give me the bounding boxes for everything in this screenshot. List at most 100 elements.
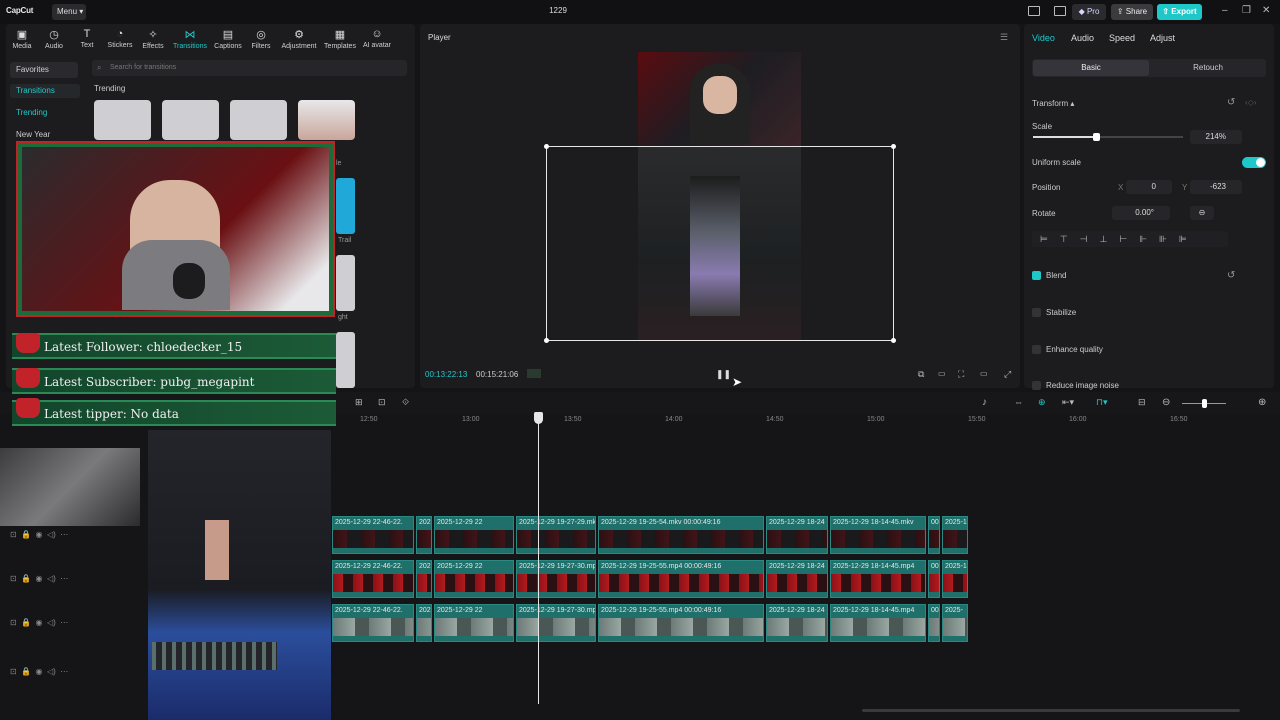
- selection-box[interactable]: [546, 146, 894, 341]
- layout-icon[interactable]: [1028, 6, 1040, 16]
- share-button[interactable]: ⇪ Share: [1111, 4, 1153, 20]
- timeline-clip[interactable]: 2025-12-29 22: [434, 604, 514, 642]
- stabilize-label[interactable]: Stabilize: [1046, 308, 1076, 317]
- track-controls[interactable]: ⊡ 🔒 ◉ ◁) ⋯: [10, 530, 68, 539]
- ratio-icon[interactable]: ▭: [980, 369, 988, 378]
- zoom-in-icon[interactable]: ⊕: [1258, 397, 1266, 408]
- track-controls[interactable]: ⊡ 🔒 ◉ ◁) ⋯: [10, 574, 68, 583]
- preview-axis-icon[interactable]: ⇤▾: [1062, 397, 1074, 408]
- tool-filters[interactable]: ◎ Filters: [244, 28, 278, 50]
- pos-y-field[interactable]: -623: [1190, 180, 1242, 194]
- pause-icon[interactable]: ❚❚: [716, 369, 731, 380]
- tool-text[interactable]: T Text: [70, 28, 104, 49]
- trending-category[interactable]: Trending: [16, 108, 47, 117]
- tool-effects[interactable]: ✧ Effects: [136, 28, 170, 50]
- microphone-icon[interactable]: ♪: [982, 397, 987, 408]
- monitor-icon[interactable]: [1054, 6, 1066, 16]
- timeline-clip[interactable]: 202: [416, 604, 432, 642]
- close-icon[interactable]: ✕: [1262, 5, 1270, 16]
- tool-ai-avatar[interactable]: ☺ AI avatar: [360, 28, 394, 49]
- snap-icon[interactable]: ⊓▾: [1096, 397, 1108, 408]
- transition-thumb[interactable]: [336, 178, 355, 234]
- transition-thumb[interactable]: [298, 100, 355, 140]
- tool-media[interactable]: ▣ Media: [5, 28, 39, 50]
- timeline-clip[interactable]: 2025-12-29 22-46-22.: [332, 560, 414, 598]
- timeline-clip[interactable]: 2025-12-29 18-24: [766, 516, 828, 554]
- timeline-clip[interactable]: 2025-12-29 22-46-22.: [332, 516, 414, 554]
- reduce-noise-label[interactable]: Reduce image noise: [1046, 381, 1119, 390]
- timeline-clip[interactable]: 2025-12-29 19-27-29.mk: [516, 516, 596, 554]
- crop-icon[interactable]: ⊡: [378, 397, 386, 408]
- segment-basic[interactable]: Basic: [1033, 60, 1149, 76]
- zoom-slider-handle[interactable]: [1202, 399, 1207, 408]
- transition-thumb[interactable]: [230, 100, 287, 140]
- timeline-clip[interactable]: 00: [928, 560, 940, 598]
- pos-x-field[interactable]: 0: [1126, 180, 1172, 194]
- tab-adjust[interactable]: Adjust: [1150, 33, 1175, 43]
- transitions-category[interactable]: Transitions: [10, 84, 80, 98]
- fullscreen-icon[interactable]: ⤢: [1004, 369, 1011, 380]
- tool-transitions[interactable]: ⋈ Transitions: [172, 28, 208, 50]
- timeline-clip[interactable]: 202: [416, 560, 432, 598]
- timeline-clip[interactable]: 2025-: [942, 604, 968, 642]
- reset-icon[interactable]: ↺: [1227, 97, 1235, 108]
- reduce-noise-checkbox[interactable]: [1032, 381, 1041, 390]
- favorites-tab[interactable]: Favorites: [10, 62, 78, 78]
- maximize-icon[interactable]: ❐: [1242, 5, 1251, 16]
- timeline-clip[interactable]: 2025-1: [942, 516, 968, 554]
- timeline-clip[interactable]: 2025-12-29 19-25-55.mp4 00:00:49:16: [598, 560, 764, 598]
- scale-value-field[interactable]: 214%: [1190, 130, 1242, 144]
- reset-icon[interactable]: ↺: [1227, 270, 1235, 281]
- tool-adjustment[interactable]: ⚙ Adjustment: [281, 28, 317, 50]
- segment-retouch[interactable]: Retouch: [1150, 60, 1266, 76]
- timeline-clip[interactable]: 2025-12-29 19-25-54.mkv 00:00:49:16: [598, 516, 764, 554]
- resize-handle[interactable]: [891, 144, 896, 149]
- tab-audio[interactable]: Audio: [1071, 33, 1094, 43]
- timeline-clip[interactable]: 2025-12-29 18-14-45.mp4: [830, 604, 926, 642]
- stabilize-checkbox[interactable]: [1032, 308, 1041, 317]
- tool-stickers[interactable]: ◔ Stickers: [103, 28, 137, 49]
- timeline-clip[interactable]: 2025-12-29 19-25-55.mp4 00:00:49:16: [598, 604, 764, 642]
- resize-handle[interactable]: [544, 144, 549, 149]
- rotate-field[interactable]: 0.00°: [1112, 206, 1170, 220]
- timeline-clip[interactable]: 2025-12-29 18-14-45.mp4: [830, 560, 926, 598]
- transition-thumb[interactable]: [336, 255, 355, 311]
- playhead-line[interactable]: [538, 412, 539, 704]
- pro-button[interactable]: ◆ Pro: [1072, 4, 1106, 20]
- split-icon[interactable]: ⊞: [355, 397, 363, 408]
- transition-thumb[interactable]: [94, 100, 151, 140]
- timeline-clip[interactable]: 2025-12-29 19-27-30.mp: [516, 604, 596, 642]
- timeline-clip[interactable]: 202: [416, 516, 432, 554]
- tool-captions[interactable]: ▤ Captions: [211, 28, 245, 50]
- timeline-clip[interactable]: 2025-12-29 22: [434, 560, 514, 598]
- search-input[interactable]: Search for transitions: [92, 60, 407, 76]
- transform-heading[interactable]: Transform ▴: [1032, 99, 1074, 108]
- minimize-icon[interactable]: –: [1222, 5, 1228, 16]
- track-controls[interactable]: ⊡ 🔒 ◉ ◁) ⋯: [10, 618, 68, 627]
- zoom-out-icon[interactable]: ⊖: [1162, 397, 1170, 408]
- tab-speed[interactable]: Speed: [1109, 33, 1135, 43]
- timeline-clip[interactable]: 2025-12-29 19-27-30.mp: [516, 560, 596, 598]
- player-menu-icon[interactable]: ☰: [1000, 32, 1008, 43]
- caption-icon[interactable]: ⊟: [1138, 397, 1146, 408]
- timeline-clip[interactable]: 2025-12-29 18-14-45.mkv: [830, 516, 926, 554]
- timeline-clip[interactable]: 2025-12-29 22: [434, 516, 514, 554]
- tool-templates[interactable]: ▦ Templates: [323, 28, 357, 50]
- scale-slider-handle[interactable]: [1093, 133, 1100, 141]
- transition-thumb[interactable]: [162, 100, 219, 140]
- full-quality-icon[interactable]: ▭: [938, 369, 946, 378]
- tab-video[interactable]: Video: [1032, 33, 1055, 43]
- transition-thumb[interactable]: [336, 332, 355, 388]
- crop-icon[interactable]: ⛶: [958, 369, 964, 380]
- timeline-clip[interactable]: 2025-12-29 18-24: [766, 604, 828, 642]
- blend-checkbox[interactable]: [1032, 271, 1041, 280]
- align-buttons-row[interactable]: ⊨⊤⊣⊥⊢⊩⊪⊫: [1032, 231, 1228, 247]
- player-tool-icon[interactable]: ⧉: [918, 369, 924, 380]
- timeline-clip[interactable]: 00: [928, 604, 940, 642]
- rotate-flip-button[interactable]: ⊖: [1190, 206, 1214, 220]
- enhance-label[interactable]: Enhance quality: [1046, 345, 1103, 354]
- enhance-checkbox[interactable]: [1032, 345, 1041, 354]
- tool-audio[interactable]: ◷ Audio: [37, 28, 71, 50]
- new-year-category[interactable]: New Year: [16, 130, 50, 139]
- timeline-clip[interactable]: 2025-12-29 22-46-22.: [332, 604, 414, 642]
